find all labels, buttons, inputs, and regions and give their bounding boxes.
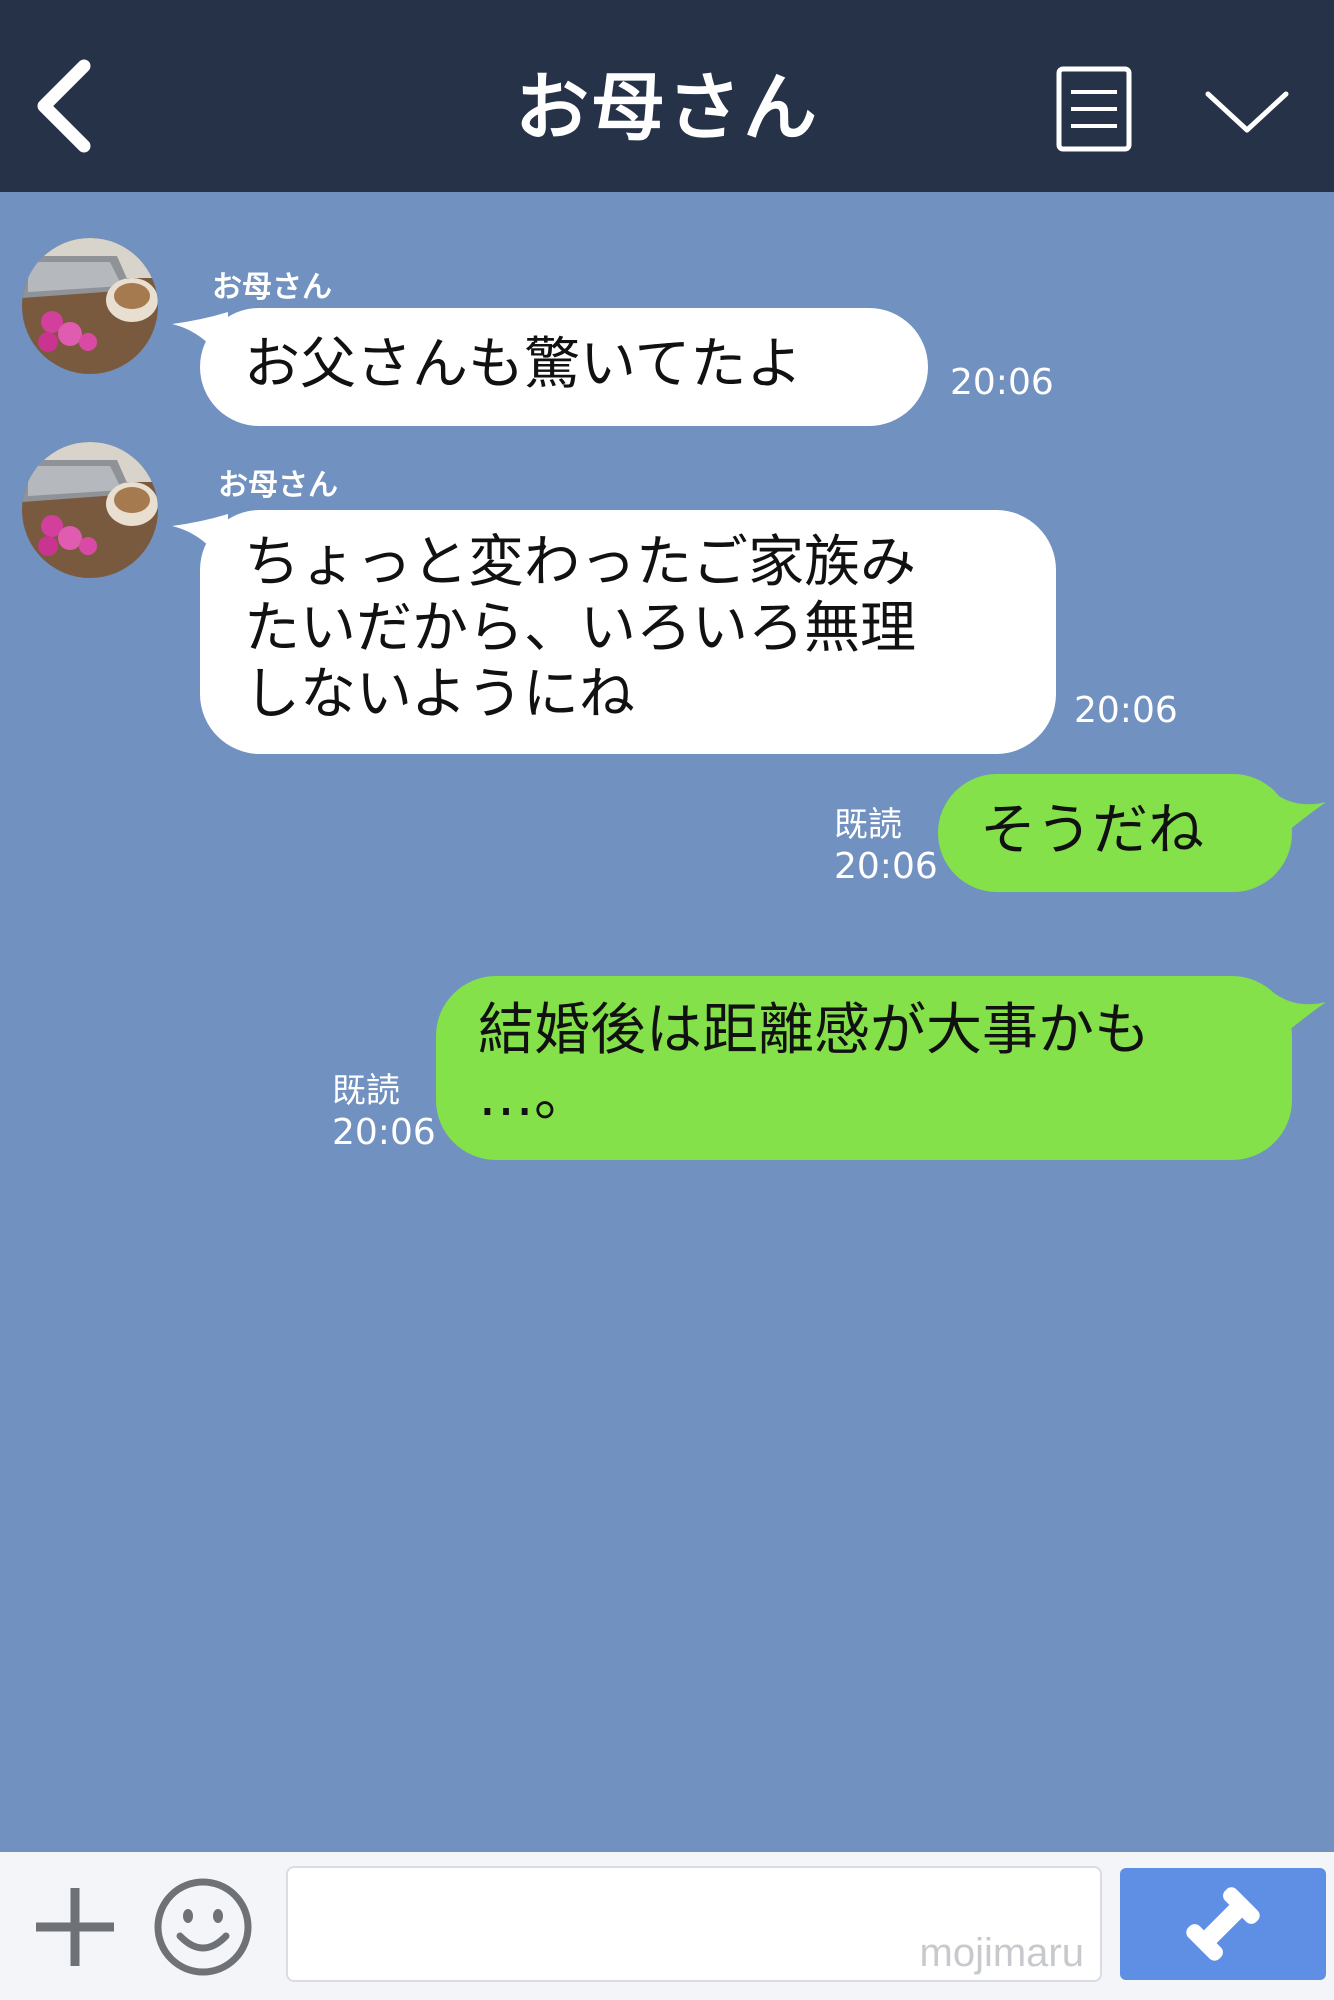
message-meta: 既読 20:06 bbox=[834, 804, 938, 888]
plus-icon bbox=[36, 1888, 114, 1966]
call-button[interactable] bbox=[1120, 1868, 1326, 1980]
avatar[interactable] bbox=[22, 238, 158, 374]
bubble-tail bbox=[1270, 790, 1326, 846]
message-bubble[interactable]: ちょっと変わったご家族み たいだから、いろいろ無理 しないようにね bbox=[200, 510, 1056, 754]
menu-list-icon bbox=[1056, 66, 1132, 152]
avatar[interactable] bbox=[22, 442, 158, 578]
message-text: お父さんも驚いてたよ bbox=[244, 332, 803, 397]
message-bubble[interactable]: お父さんも驚いてたよ bbox=[200, 308, 928, 426]
message-text: 結婚後は距離感が大事かも bbox=[478, 998, 1150, 1063]
input-bar: mojimaru bbox=[0, 1852, 1334, 2000]
bubble-tail bbox=[172, 514, 228, 570]
message-bubble[interactable]: そうだね bbox=[938, 774, 1292, 892]
message-text: たいだから、いろいろ無理 bbox=[244, 596, 916, 661]
emoji-button[interactable] bbox=[152, 1876, 254, 1978]
message-time: 20:06 bbox=[950, 362, 1054, 403]
message-text: しないようにね bbox=[244, 662, 635, 727]
sender-name: お母さん bbox=[212, 270, 332, 305]
message-text: ちょっと変わったご家族み bbox=[244, 530, 916, 595]
message-text: …。 bbox=[478, 1064, 590, 1129]
bubble-tail bbox=[172, 312, 228, 368]
menu-button[interactable] bbox=[1056, 66, 1132, 152]
read-receipt: 既読 bbox=[834, 805, 902, 845]
message-bubble[interactable]: 結婚後は距離感が大事かも …。 bbox=[436, 976, 1292, 1160]
message-time: 20:06 bbox=[834, 846, 938, 887]
message-meta: 既読 20:06 bbox=[332, 1070, 436, 1154]
chat-title: お母さん bbox=[515, 65, 819, 151]
message-text: そうだね bbox=[980, 798, 1204, 863]
collapse-button[interactable] bbox=[1202, 82, 1292, 142]
bubble-tail bbox=[1270, 990, 1326, 1046]
chevron-down-icon bbox=[1205, 91, 1289, 133]
phone-icon bbox=[1186, 1887, 1260, 1961]
message-list[interactable]: お母さん お父さんも驚いてたよ 20:06 お母さん ちょっと変わったご家族み … bbox=[0, 192, 1334, 1852]
plus-button[interactable] bbox=[30, 1882, 120, 1972]
watermark: mojimaru bbox=[919, 1931, 1084, 1975]
message-time: 20:06 bbox=[1074, 690, 1178, 731]
sender-name: お母さん bbox=[218, 468, 338, 503]
message-time: 20:06 bbox=[332, 1112, 436, 1153]
read-receipt: 既読 bbox=[332, 1071, 400, 1111]
chat-header: お母さん bbox=[0, 0, 1334, 192]
message-input[interactable]: mojimaru bbox=[286, 1866, 1102, 1982]
smiley-icon bbox=[154, 1878, 252, 1976]
